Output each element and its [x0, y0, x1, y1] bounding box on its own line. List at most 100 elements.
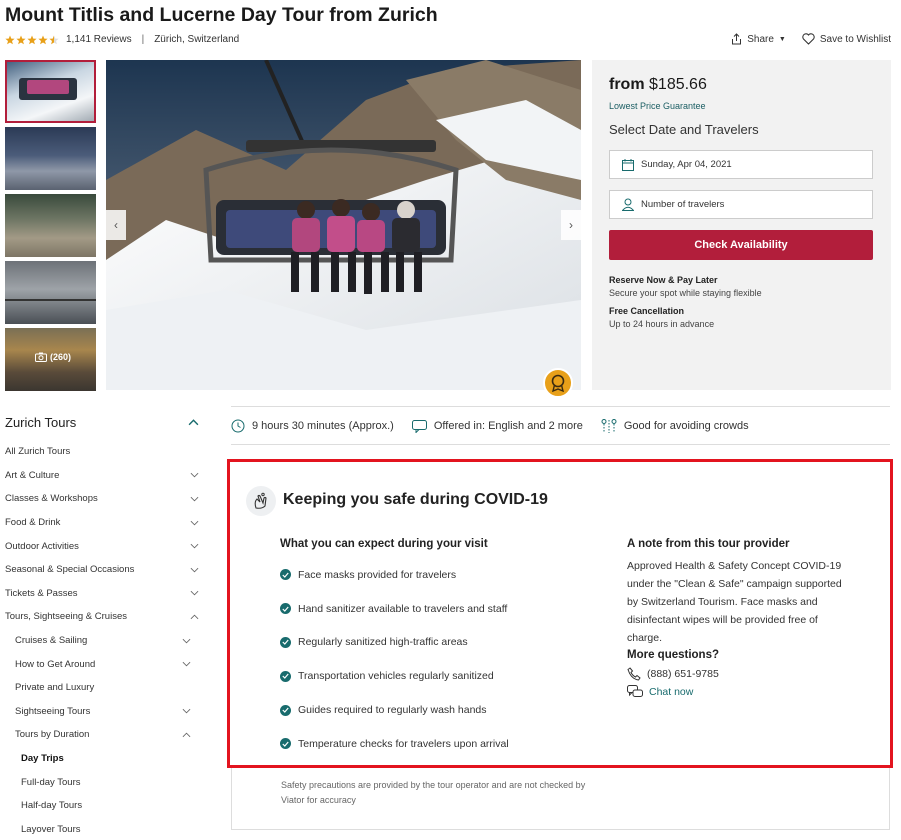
hand-wash-icon: [246, 486, 276, 516]
sidebar-item-label: Classes & Workshops: [5, 493, 98, 505]
check-availability-button[interactable]: Check Availability: [609, 230, 873, 260]
phone-icon: [627, 667, 641, 681]
camera-icon: [35, 352, 47, 362]
thumbnail[interactable]: [5, 261, 96, 324]
chevron-down-icon[interactable]: [182, 638, 191, 644]
sidebar-item-label: Tickets & Passes: [5, 587, 78, 599]
duration-text: 9 hours 30 minutes (Approx.): [252, 420, 394, 432]
star-rating: [5, 35, 60, 45]
award-badge-icon: [543, 368, 573, 398]
travelers-selector[interactable]: Number of travelers: [609, 190, 873, 219]
reserve-title: Reserve Now & Pay Later: [609, 275, 718, 285]
photo-count[interactable]: (260): [35, 352, 71, 362]
chevron-down-icon[interactable]: [190, 590, 199, 596]
sidebar-item[interactable]: Half-day Tours: [5, 794, 201, 818]
thumbnail[interactable]: [5, 127, 96, 190]
note-heading: A note from this tour provider: [627, 538, 790, 550]
chevron-up-icon[interactable]: [182, 732, 191, 738]
chevron-down-icon[interactable]: [190, 543, 199, 549]
chevron-down-icon[interactable]: [182, 661, 191, 667]
caret-down-icon: ▼: [778, 35, 786, 43]
sidebar-item-label: Food & Drink: [5, 517, 61, 529]
date-picker[interactable]: Sunday, Apr 04, 2021: [609, 150, 873, 179]
duration-fact: 9 hours 30 minutes (Approx.): [231, 419, 394, 433]
sidebar-item[interactable]: Tours, Sightseeing & Cruises: [5, 605, 201, 629]
cancel-desc: Up to 24 hours in advance: [609, 319, 715, 329]
disclaimer-box: Safety precautions are provided by the t…: [231, 768, 890, 830]
sidebar-item-label: How to Get Around: [15, 658, 96, 670]
chevron-down-icon[interactable]: [182, 708, 191, 714]
photo-count-label: (260): [50, 352, 72, 362]
star-icon: [5, 35, 15, 44]
sidebar-item[interactable]: Cruises & Sailing: [5, 629, 201, 653]
languages-fact[interactable]: Offered in: English and 2 more: [411, 419, 583, 433]
disclaimer-text: Safety precautions are provided by the t…: [281, 780, 586, 805]
person-icon: [622, 198, 634, 211]
sidebar-item[interactable]: How to Get Around: [5, 652, 201, 676]
lowest-price-guarantee[interactable]: Lowest Price Guarantee: [609, 101, 706, 111]
star-icon: [16, 35, 26, 44]
safety-measure-label: Transportation vehicles regularly saniti…: [298, 670, 494, 683]
safety-measure-label: Regularly sanitized high-traffic areas: [298, 636, 468, 649]
previous-image-button[interactable]: ‹: [106, 210, 126, 240]
sidebar-item[interactable]: Outdoor Activities: [5, 534, 201, 558]
sidebar-item[interactable]: All Zurich Tours: [5, 440, 201, 464]
speech-bubble-icon: [411, 419, 427, 433]
sidebar-item[interactable]: Seasonal & Special Occasions: [5, 558, 201, 582]
chevron-down-icon[interactable]: [190, 496, 199, 502]
sidebar-item[interactable]: Tickets & Passes: [5, 582, 201, 606]
thumbnail[interactable]: [5, 60, 96, 123]
sidebar-item[interactable]: Art & Culture: [5, 464, 201, 488]
safety-measure-item: Transportation vehicles regularly saniti…: [280, 659, 509, 693]
check-circle-icon: [280, 636, 291, 648]
next-image-button[interactable]: ›: [561, 210, 581, 240]
note-text: Approved Health & Safety Concept COVID-1…: [627, 560, 842, 644]
free-cancellation-perk: Free Cancellation Up to 24 hours in adva…: [609, 305, 714, 331]
category-sidebar: Zurich Tours All Zurich Tours Art & Cultu…: [5, 415, 201, 840]
phone-contact[interactable]: (888) 651-9785: [627, 667, 847, 681]
tour-facts: 9 hours 30 minutes (Approx.) Offered in:…: [231, 415, 890, 437]
thumbnail[interactable]: (260): [5, 328, 96, 391]
provider-note-column: A note from this tour provider Approved …: [627, 538, 847, 699]
reserve-desc: Secure your spot while staying flexible: [609, 288, 762, 298]
chevron-down-icon[interactable]: [190, 567, 199, 573]
wishlist-button[interactable]: Save to Wishlist: [802, 33, 891, 45]
clock-icon: [231, 419, 245, 433]
chevron-right-icon: ›: [569, 218, 573, 232]
sidebar-item[interactable]: Sightseeing Tours: [5, 700, 201, 724]
heart-icon: [802, 33, 815, 45]
chat-label: Chat now: [649, 686, 694, 698]
sidebar-item[interactable]: Layover Tours: [5, 818, 201, 840]
sidebar-item[interactable]: Classes & Workshops: [5, 487, 201, 511]
sidebar-item-label: Half-day Tours: [21, 800, 83, 812]
chevron-up-icon[interactable]: [190, 614, 199, 620]
chat-now-link[interactable]: Chat now: [627, 685, 847, 699]
chevron-down-icon[interactable]: [190, 472, 199, 478]
chevron-down-icon[interactable]: [190, 520, 199, 526]
measures-list: Face masks provided for travelers Hand sa…: [280, 558, 509, 761]
hero-image[interactable]: ‹ ›: [106, 60, 581, 390]
sidebar-item[interactable]: Full-day Tours: [5, 770, 201, 794]
safety-measure-item: Face masks provided for travelers: [280, 558, 509, 592]
safety-measure-label: Face masks provided for travelers: [298, 568, 457, 581]
safety-measure-label: Temperature checks for travelers upon ar…: [298, 737, 509, 750]
share-label: Share: [747, 33, 774, 45]
from-label: from: [609, 76, 645, 93]
chevron-up-icon[interactable]: [188, 419, 199, 426]
share-icon: [732, 33, 742, 45]
sidebar-item-label: All Zurich Tours: [5, 446, 71, 458]
expect-heading: What you can expect during your visit: [280, 538, 488, 550]
sidebar-list: All Zurich Tours Art & Culture Classes & W…: [5, 440, 201, 840]
share-button[interactable]: Share ▼: [731, 33, 786, 45]
sidebar-item[interactable]: Private and Luxury: [5, 676, 201, 700]
reviews-link[interactable]: 1,141 Reviews: [66, 34, 132, 45]
sidebar-item[interactable]: Tours by Duration: [5, 723, 201, 747]
sidebar-header[interactable]: Zurich Tours: [5, 415, 201, 430]
price-row: from $185.66: [609, 76, 707, 94]
location-text: Zürich, Switzerland: [154, 34, 240, 45]
sidebar-item[interactable]: Food & Drink: [5, 511, 201, 535]
hands-icon: [254, 492, 267, 509]
sidebar-item[interactable]: Day Trips: [5, 747, 201, 771]
thumbnail[interactable]: [5, 194, 96, 257]
chevron-left-icon: ‹: [114, 218, 118, 232]
